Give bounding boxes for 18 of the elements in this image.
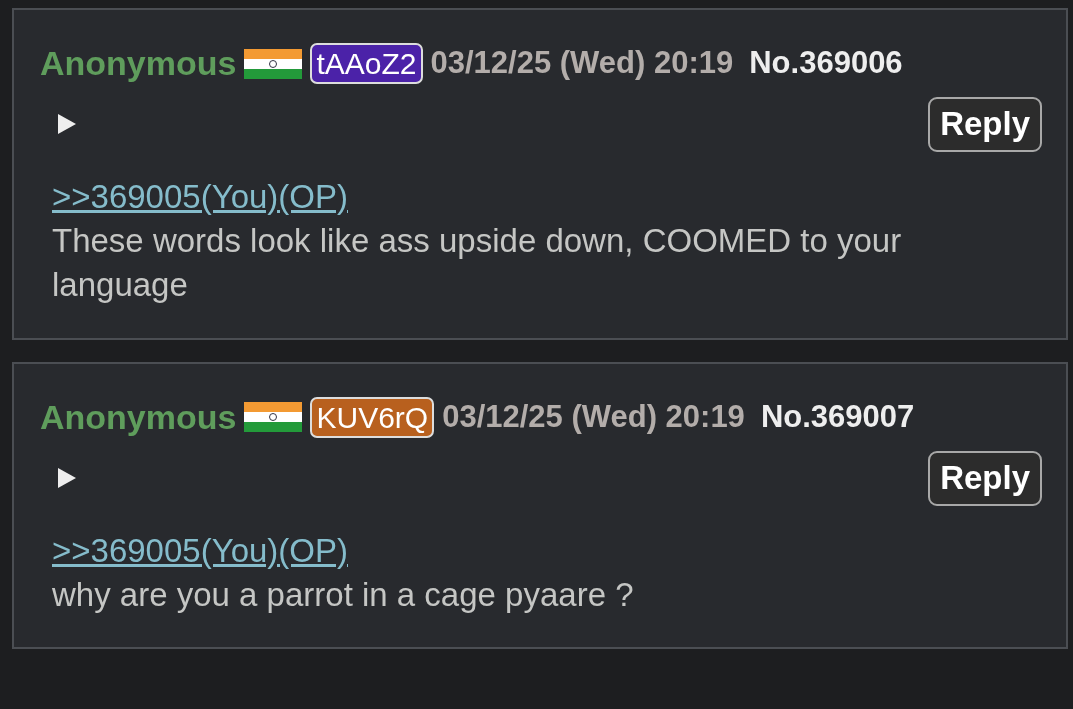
- quote-link[interactable]: >>369005(You)(OP): [52, 177, 348, 215]
- reply-button[interactable]: Reply: [928, 97, 1042, 152]
- post-date: 03/12/25 (Wed) 20:19: [442, 398, 745, 437]
- triangle-icon[interactable]: [56, 112, 78, 137]
- triangle-icon[interactable]: [56, 466, 78, 491]
- poster-id[interactable]: KUV6rQ: [310, 396, 435, 439]
- flag-icon: [244, 402, 303, 433]
- quote-link[interactable]: >>369005(You)(OP): [52, 531, 348, 569]
- post-date: 03/12/25 (Wed) 20:19: [430, 44, 734, 83]
- poster-name: Anonymous: [40, 43, 237, 84]
- reply-button[interactable]: Reply: [928, 450, 1042, 506]
- post-text: These words look like ass upside down, COOMED to your language: [52, 220, 903, 306]
- poster-id[interactable]: tAAoZ2: [310, 42, 423, 85]
- post-number[interactable]: No.369007: [760, 394, 915, 441]
- post-number[interactable]: No.369006: [749, 40, 903, 87]
- flag-icon: [244, 48, 303, 79]
- poster-name: Anonymous: [40, 396, 237, 438]
- post-text: why are you a parrot in a cage pyaare ?: [52, 574, 635, 615]
